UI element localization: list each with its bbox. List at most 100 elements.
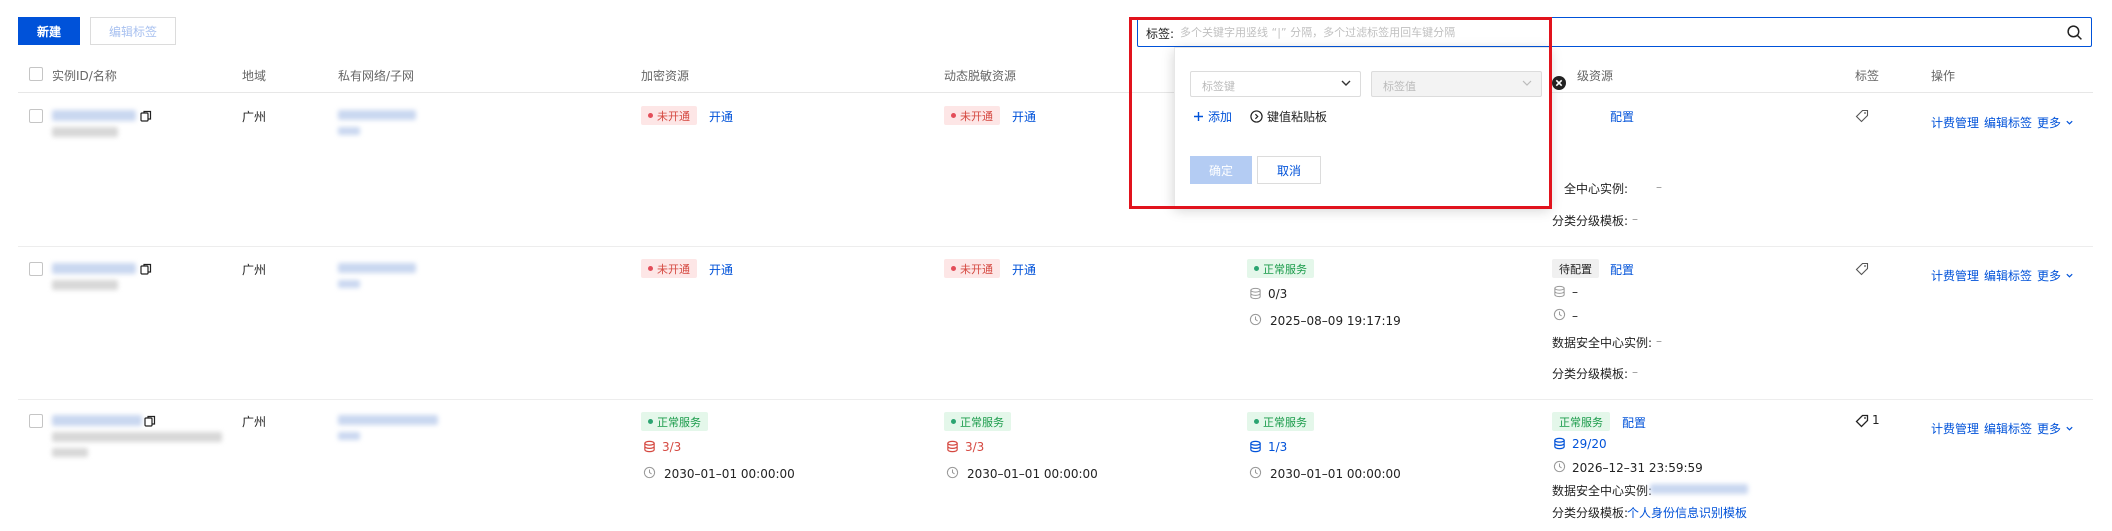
status-badge: 正常服务 xyxy=(944,412,1011,431)
vpc-link-redacted[interactable] xyxy=(338,415,438,425)
copy-icon[interactable] xyxy=(140,263,152,275)
clock-icon xyxy=(643,466,656,479)
clipboard-link[interactable]: 键值粘贴板 xyxy=(1250,108,1327,125)
enable-link[interactable]: 开通 xyxy=(1012,108,1036,125)
configure-link[interactable]: 配置 xyxy=(1610,261,1634,278)
region-text: 广州 xyxy=(242,110,267,124)
enable-link[interactable]: 开通 xyxy=(709,108,733,125)
tag-value-select[interactable]: 标签值 xyxy=(1371,71,1542,97)
clock-icon xyxy=(1553,460,1566,473)
configure-link[interactable]: 配置 xyxy=(1622,414,1646,431)
resource-count: 29/20 xyxy=(1572,437,1607,451)
column-classify: 级资源 xyxy=(1577,69,1614,83)
subnet-link-redacted[interactable] xyxy=(338,280,360,288)
edit-tags-link[interactable]: 编辑标签 xyxy=(1984,267,2032,284)
database-icon xyxy=(1250,287,1261,300)
tag-icon[interactable] xyxy=(1855,109,1869,123)
tag-key-select[interactable]: 标签键 xyxy=(1190,71,1361,97)
subnet-link-redacted[interactable] xyxy=(338,127,360,135)
clock-icon xyxy=(1249,466,1262,479)
confirm-button[interactable]: 确定 xyxy=(1190,156,1252,184)
region-text: 广州 xyxy=(242,415,267,429)
header-divider xyxy=(18,92,2093,93)
status-badge: 未开通 xyxy=(944,106,1000,125)
chevron-down-icon xyxy=(1522,80,1532,86)
status-badge: 正常服务 xyxy=(1247,412,1314,431)
clock-icon xyxy=(946,466,959,479)
dsc-instance-label: 全中心实例: xyxy=(1564,182,1629,196)
more-link[interactable]: 更多 xyxy=(2037,267,2074,284)
template-label: 分类分级模板: xyxy=(1552,367,1629,381)
row-checkbox[interactable] xyxy=(29,262,43,276)
cancel-button[interactable]: 取消 xyxy=(1257,156,1321,184)
billing-link[interactable]: 计费管理 xyxy=(1931,267,1979,284)
add-tag-label: 添加 xyxy=(1208,110,1233,124)
resource-count: 3/3 xyxy=(965,440,985,454)
column-vpc: 私有网络/子网 xyxy=(338,69,415,83)
row-checkbox[interactable] xyxy=(29,414,43,428)
billing-link[interactable]: 计费管理 xyxy=(1931,114,1979,131)
template-link[interactable]: 个人身份信息识别模板 xyxy=(1627,504,1747,521)
chevron-circle-icon xyxy=(1250,110,1263,123)
copy-icon[interactable] xyxy=(140,110,152,122)
expire-time: 2025–08–09 19:17:19 xyxy=(1270,314,1401,328)
tag-icon[interactable] xyxy=(1855,262,1869,276)
dsc-instance-link-redacted[interactable] xyxy=(1650,484,1748,494)
resource-count: 0/3 xyxy=(1268,287,1288,301)
edit-tags-link[interactable]: 编辑标签 xyxy=(1984,114,2032,131)
expire-time: 2026–12–31 23:59:59 xyxy=(1572,461,1703,475)
more-link[interactable]: 更多 xyxy=(2037,420,2074,437)
expire-time: 2030–01–01 00:00:00 xyxy=(664,467,795,481)
instance-id-redacted[interactable] xyxy=(52,415,142,426)
enable-link[interactable]: 开通 xyxy=(1012,261,1036,278)
status-badge: 正常服务 xyxy=(1247,259,1314,278)
clipboard-label: 键值粘贴板 xyxy=(1267,110,1328,124)
column-id-name: 实例ID/名称 xyxy=(52,69,117,83)
chevron-down-icon xyxy=(2066,273,2073,278)
database-icon xyxy=(1250,440,1261,453)
subnet-link-redacted[interactable] xyxy=(338,432,360,440)
plus-icon xyxy=(1194,112,1203,121)
edit-tags-link[interactable]: 编辑标签 xyxy=(1984,420,2032,437)
tag-count: 1 xyxy=(1872,413,1880,427)
search-input[interactable] xyxy=(1180,21,2040,43)
row-checkbox[interactable] xyxy=(29,109,43,123)
status-badge: 正常服务 xyxy=(1552,412,1610,431)
tag-key-placeholder: 标签键 xyxy=(1202,80,1235,93)
new-button[interactable]: 新建 xyxy=(18,17,80,45)
tag-icon[interactable] xyxy=(1855,414,1869,428)
database-icon xyxy=(644,440,655,453)
vpc-link-redacted[interactable] xyxy=(338,263,416,273)
instance-id-redacted[interactable] xyxy=(52,263,136,274)
billing-link[interactable]: 计费管理 xyxy=(1931,420,1979,437)
database-icon xyxy=(1554,285,1565,298)
column-ops: 操作 xyxy=(1931,69,1956,83)
dsc-instance-value: – xyxy=(1656,180,1662,194)
tag-search-bar[interactable]: 标签: xyxy=(1137,17,2092,47)
template-label: 分类分级模板: xyxy=(1552,506,1629,520)
copy-icon[interactable] xyxy=(144,415,156,427)
expire-time: – xyxy=(1572,309,1578,323)
column-region: 地域 xyxy=(242,69,267,83)
instance-id-redacted[interactable] xyxy=(52,110,136,121)
instance-name-redacted xyxy=(52,432,222,442)
search-icon[interactable] xyxy=(2066,24,2083,41)
clock-icon xyxy=(1249,313,1262,326)
row-divider xyxy=(18,399,2093,400)
add-tag-link[interactable]: 添加 xyxy=(1193,108,1232,125)
more-link[interactable]: 更多 xyxy=(2037,114,2074,131)
template-value: – xyxy=(1632,365,1638,379)
status-badge: 未开通 xyxy=(641,259,697,278)
row-divider xyxy=(18,246,2093,247)
status-badge: 未开通 xyxy=(944,259,1000,278)
column-mask: 动态脱敏资源 xyxy=(944,69,1017,83)
chevron-down-icon xyxy=(2066,120,2073,125)
chevron-down-icon xyxy=(2066,426,2073,431)
vpc-link-redacted[interactable] xyxy=(338,110,416,120)
enable-link[interactable]: 开通 xyxy=(709,261,733,278)
chevron-down-icon xyxy=(1341,80,1351,86)
remove-circle-icon[interactable] xyxy=(1551,75,1567,91)
configure-link[interactable]: 配置 xyxy=(1610,108,1634,125)
select-all-checkbox[interactable] xyxy=(29,67,43,81)
clock-icon xyxy=(1553,308,1566,321)
